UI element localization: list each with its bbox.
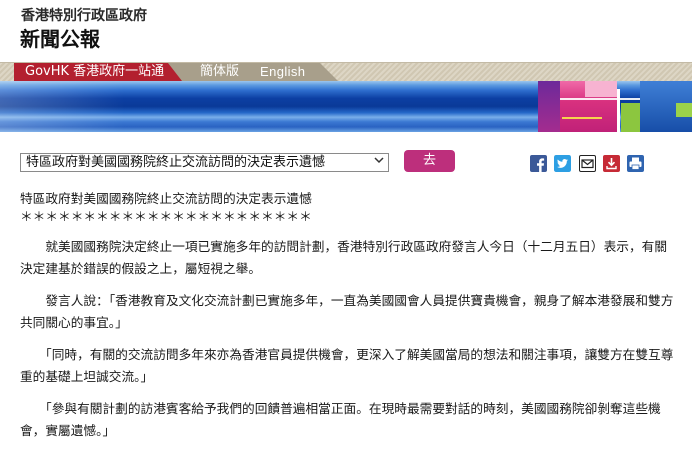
banner-decoration [621,103,640,132]
email-icon [579,155,596,172]
simplified-chinese-link[interactable]: 簡体版 [200,63,239,81]
language-tab-background [160,63,338,81]
share-facebook-button[interactable] [530,155,547,172]
download-icon [603,155,620,172]
print-icon [627,155,644,172]
organization-name: 香港特別行政區政府 [21,8,147,24]
press-release-title: 特區政府對美國國務院終止交流訪問的決定表示遺憾 [20,191,312,206]
header-banner [0,81,692,132]
release-paragraph: 發言人說：「香港教育及文化交流計劃已實施多年，一直為美國國會人員提供寶貴機會，親… [20,293,674,330]
release-paragraph: 「參與有關計劃的訪港賓客給予我們的回饋普遍相當正面。在現時最需要對話的時刻，美國… [20,401,661,438]
release-paragraph: 就美國國務院決定終止一項已實施多年的訪問計劃，香港特別行政區政府發言人今日（十二… [20,239,668,276]
banner-decoration [560,98,640,100]
download-button[interactable] [603,155,620,172]
banner-decoration [562,117,602,119]
twitter-icon [554,155,571,172]
title-separator: ＊＊＊＊＊＊＊＊＊＊＊＊＊＊＊＊＊＊＊＊＊＊＊ [20,209,312,224]
go-button[interactable]: 去 [404,150,455,172]
print-button[interactable] [627,155,644,172]
facebook-icon [530,155,547,172]
banner-decoration [676,103,692,117]
release-paragraph: 「同時，有關的交流訪問多年來亦為香港官員提供機會，更深入了解美國當局的想法和關注… [20,347,674,384]
share-email-button[interactable] [579,155,596,172]
banner-decoration [617,89,620,132]
press-release-select-wrapper: 特區政府對美國國務院終止交流訪問的決定表示遺憾 [20,151,389,172]
share-twitter-button[interactable] [554,155,571,172]
press-release-content: 特區政府對美國國務院終止交流訪問的決定表示遺憾 ＊＊＊＊＊＊＊＊＊＊＊＊＊＊＊＊… [20,190,674,452]
press-release-select[interactable]: 特區政府對美國國務院終止交流訪問的決定表示遺憾 [20,153,389,172]
top-nav-bar: GovHK 香港政府一站通 簡体版 English [0,62,692,81]
english-link[interactable]: English [260,63,305,81]
banner-decoration [538,81,560,132]
banner-decoration [585,81,617,97]
page-title: 新聞公報 [20,27,100,51]
govhk-portal-link[interactable]: GovHK 香港政府一站通 [14,63,182,81]
